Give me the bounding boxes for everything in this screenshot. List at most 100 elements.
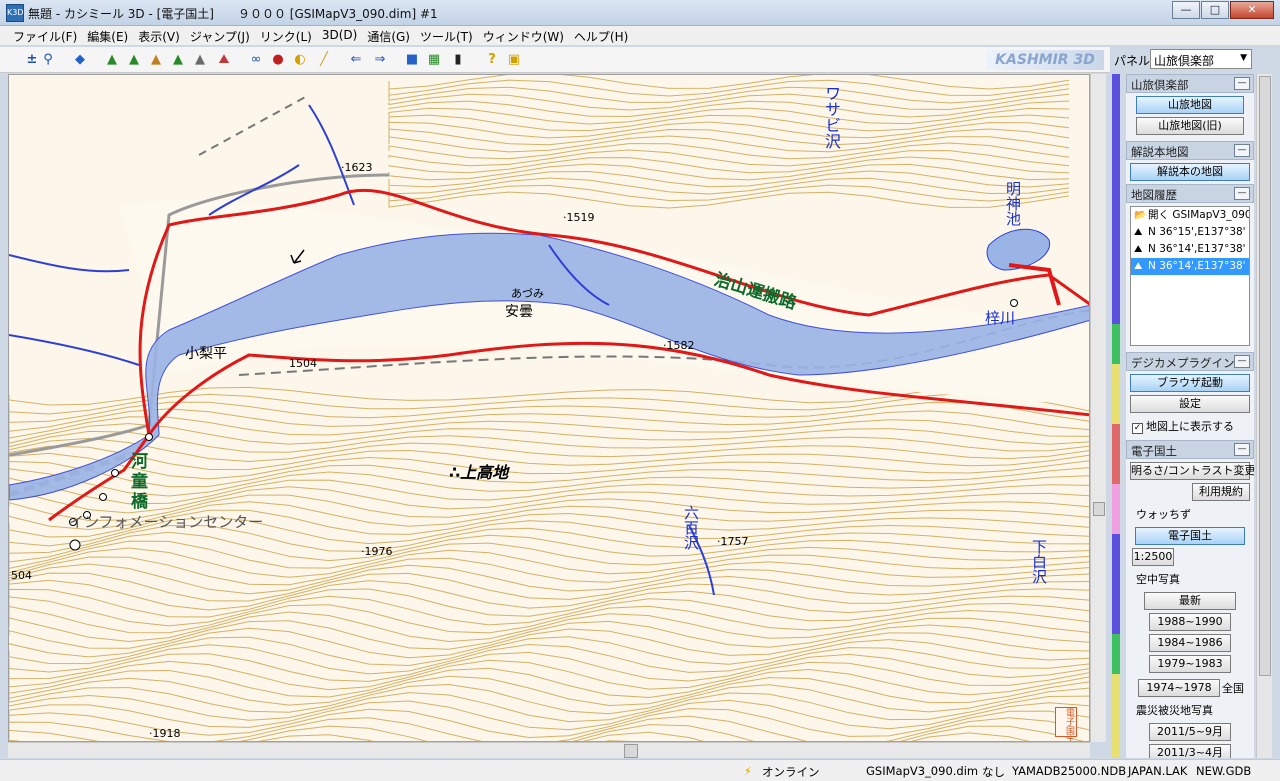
history-item-selected[interactable]: ⛰ N 36°14',E137°38' [1131, 258, 1249, 275]
stream-1 [308, 104, 355, 206]
section-history-header: 地図履歴 — [1126, 184, 1254, 203]
toolbar: ± ⚲ ◆ ▲ ▲ ▲ ▲ ▲ ⛰ ∞ ● ◐ ╱ ⇐ ⇒ ■ ▦ ▮ ? ▣ … [0, 47, 1110, 73]
binoculars-icon[interactable]: ∞ [248, 52, 264, 68]
bus-terminal-icon [69, 539, 81, 551]
aerial-1988-button[interactable]: 1988~1990 [1149, 613, 1231, 631]
grid-icon[interactable]: ▦ [426, 52, 442, 68]
menu-jump[interactable]: ジャンプ(J) [185, 26, 255, 45]
ruler-icon[interactable]: ╱ [316, 52, 332, 68]
status-lak: JAPAN.LAK [1128, 764, 1188, 778]
label-kamikochi: ∴上高地 [449, 463, 509, 482]
collapse-button[interactable]: — [1234, 77, 1250, 90]
status-file: GSIMapV3_090.dim [866, 764, 979, 778]
menu-help[interactable]: ヘルプ(H) [569, 26, 633, 45]
gps-icon[interactable]: ▮ [450, 52, 466, 68]
terrain-view3-icon[interactable]: ▲ [148, 52, 164, 68]
pin-icon[interactable]: ◆ [72, 52, 88, 68]
history-item[interactable]: ⛰ N 36°14',E137°38' [1131, 241, 1249, 258]
camera-icon[interactable]: ■ [404, 52, 420, 68]
brightness-button[interactable]: 明るさ/コントラスト変更 [1130, 462, 1254, 480]
sanryo-old-map-button[interactable]: 山旅地図(旧) [1136, 117, 1244, 135]
menu-edit[interactable]: 編集(E) [82, 26, 133, 45]
label-rokuhyaku: 六百沢 [682, 505, 700, 550]
status-ndb: YAMADB25000.NDB [1012, 764, 1127, 778]
aerial-1984-button[interactable]: 1984~1986 [1149, 634, 1231, 652]
spot-height: ·1582 [663, 339, 695, 352]
show-on-map-checkbox[interactable]: ✓ 地図上に表示する [1126, 416, 1254, 436]
mountain-icon[interactable]: ⛰ [216, 52, 232, 68]
contour-line [9, 423, 1089, 445]
settings-button[interactable]: 設定 [1130, 395, 1250, 413]
collapse-button[interactable]: — [1234, 443, 1250, 456]
status-none: なし [982, 765, 1005, 779]
panel-select[interactable]: 山旅倶楽部 ▼ [1150, 49, 1252, 69]
terrain-view4-icon[interactable]: ▲ [170, 52, 186, 68]
panel-vertical-scrollbar[interactable] [1256, 74, 1272, 758]
aerial-1974-button[interactable]: 1974~1978 [1138, 679, 1220, 697]
menu-tools[interactable]: ツール(T) [415, 26, 478, 45]
history-item[interactable]: 📂開く GSIMapV3_090.dim [1131, 207, 1249, 224]
aerial-label: 空中写真 [1136, 573, 1180, 586]
disaster-2011-3-button[interactable]: 2011/3~4月 [1149, 744, 1231, 758]
collapse-button[interactable]: — [1234, 144, 1250, 157]
stream-3 [9, 254, 130, 273]
contour-line [9, 556, 1089, 586]
marker-icon[interactable]: ● [270, 52, 286, 68]
zoom-icon[interactable]: ± [24, 52, 40, 68]
browser-launch-button[interactable]: ブラウザ起動 [1130, 374, 1250, 392]
lightning-icon: ⚡ [744, 764, 753, 778]
history-item-text: N 36°15',E137°38' [1148, 226, 1246, 238]
back-arrow-icon[interactable]: ⇐ [348, 52, 364, 68]
aerial-1979-button[interactable]: 1979~1983 [1149, 655, 1231, 673]
exit-icon[interactable]: ▣ [506, 52, 522, 68]
collapse-button[interactable]: — [1234, 187, 1250, 200]
palette-icon[interactable]: ◐ [292, 52, 308, 68]
label-azumi-kana: あづみ [511, 287, 544, 300]
checkbox-icon[interactable]: ✓ [1132, 423, 1143, 434]
denshi-kokudo-button[interactable]: 電子国土 [1135, 527, 1245, 545]
close-button[interactable]: ✕ [1230, 1, 1274, 19]
terrain-view2-icon[interactable]: ▲ [126, 52, 142, 68]
spot-height: ·1976 [361, 545, 393, 558]
scale-button[interactable]: 1:2500 [1132, 548, 1174, 566]
scroll-thumb[interactable] [624, 744, 638, 758]
status-bar: ⚡ オンライン GSIMapV3_090.dim なし YAMADB25000.… [0, 759, 1280, 781]
folder-icon: 📂 [1134, 210, 1147, 221]
aerial-latest-button[interactable]: 最新 [1144, 592, 1236, 610]
terrain-view5-icon[interactable]: ▲ [192, 52, 208, 68]
map-vertical-scrollbar[interactable] [1090, 74, 1106, 742]
elevation-color-strip [1112, 74, 1120, 758]
menu-file[interactable]: ファイル(F) [8, 26, 82, 45]
sanryo-map-button[interactable]: 山旅地図 [1136, 96, 1244, 114]
map-canvas[interactable] [9, 75, 1090, 742]
collapse-button[interactable]: — [1234, 355, 1250, 368]
terrain-view-icon[interactable]: ▲ [104, 52, 120, 68]
waypoint [99, 493, 107, 501]
label-azumi: 安曇 [505, 304, 533, 320]
map-history-list[interactable]: 📂開く GSIMapV3_090.dim ⛰N 36°15',E137°38' … [1130, 206, 1250, 346]
contour-line [9, 430, 1089, 453]
menu-view[interactable]: 表示(V) [133, 26, 185, 45]
help-icon[interactable]: ? [484, 52, 500, 68]
map-horizontal-scrollbar[interactable] [8, 742, 1090, 758]
maximize-button[interactable]: □ [1201, 1, 1229, 19]
terms-button[interactable]: 利用規約 [1192, 483, 1250, 501]
menu-comm[interactable]: 通信(G) [362, 26, 415, 45]
scroll-thumb[interactable] [1259, 76, 1271, 676]
kaisetsu-map-button[interactable]: 解説本の地図 [1130, 163, 1250, 181]
contour-line [9, 445, 1089, 471]
search-icon[interactable]: ⚲ [40, 52, 56, 68]
menu-link[interactable]: リンク(L) [255, 26, 317, 45]
aerial-all-label[interactable]: 全国 [1222, 680, 1244, 696]
section-title: 解説本地図 [1131, 145, 1189, 159]
history-item-text: N 36°14',E137°38' [1148, 243, 1246, 255]
history-item[interactable]: ⛰ N 36°15',E137°38' [1131, 224, 1249, 241]
minimize-button[interactable]: — [1172, 1, 1200, 19]
forward-arrow-icon[interactable]: ⇒ [372, 52, 388, 68]
scroll-thumb[interactable] [1093, 502, 1105, 516]
menu-3d[interactable]: 3D(D) [317, 26, 362, 45]
app-icon[interactable]: K3D [6, 4, 24, 22]
menu-window[interactable]: ウィンドウ(W) [478, 26, 569, 45]
disaster-2011-5-button[interactable]: 2011/5~9月 [1149, 723, 1231, 741]
map-view[interactable]: ワサビ沢 明神池 治山運搬路 あづみ 安曇 小梨平 河 童 橋 ∴上高地 インフ… [8, 74, 1090, 742]
